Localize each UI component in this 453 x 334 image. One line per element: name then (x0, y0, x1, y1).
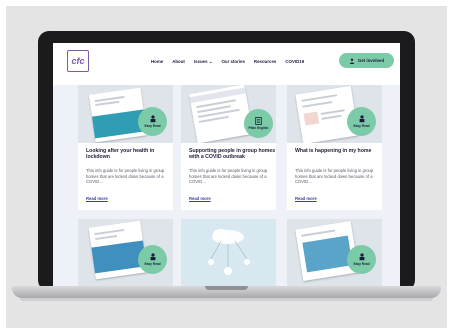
easy-read-badge: Easy Read (138, 107, 167, 136)
reader-icon (359, 253, 364, 261)
laptop-notch (205, 286, 248, 290)
card-thumbnail: Easy Read (287, 85, 382, 143)
nav-issues[interactable]: Issues ⌄ (194, 59, 213, 65)
nav-our-stories[interactable]: Our stories (221, 59, 244, 65)
laptop-base-shadow (20, 298, 433, 301)
easy-read-badge: Easy Read (138, 245, 167, 274)
card-description: This info guide is for people living in … (189, 168, 268, 185)
cloud-illustration (208, 229, 250, 275)
badge-label: Easy Read (353, 262, 370, 266)
nav-covid19[interactable]: COVID19 (285, 59, 304, 65)
card-title[interactable]: Looking after your health in lockdown (86, 148, 174, 161)
plain-english-badge: Plain English (244, 109, 273, 138)
badge-label: Easy Read (144, 262, 161, 266)
document-icon (255, 117, 262, 125)
resource-card[interactable]: Easy Read (78, 219, 173, 288)
resource-card[interactable]: Plain English Supporting people in group… (181, 85, 276, 210)
main-nav: Home About Issues ⌄ Our stories Resource… (151, 59, 304, 65)
resource-card[interactable]: Easy Read Looking after your health in l… (78, 85, 173, 210)
site-header: cfc Home About Issues ⌄ Our stories Reso… (53, 43, 400, 85)
easy-read-badge: Easy Read (347, 107, 376, 136)
read-more-link[interactable]: Read more (295, 196, 317, 201)
reader-icon (150, 253, 155, 261)
nav-resources[interactable]: Resources (254, 59, 276, 65)
nav-issues-label: Issues (193, 59, 208, 64)
chevron-down-icon: ⌄ (208, 59, 213, 64)
site-logo[interactable]: cfc (67, 50, 89, 72)
read-more-link[interactable]: Read more (86, 196, 108, 201)
resource-card[interactable] (181, 219, 276, 288)
card-description: This info guide is for people living in … (295, 168, 374, 185)
resource-card[interactable]: Easy Read What is happening in my home T… (287, 85, 382, 210)
document-preview (88, 220, 148, 280)
card-description: This info guide is for people living in … (86, 168, 165, 185)
nav-about[interactable]: About (172, 59, 185, 65)
reader-icon (150, 115, 155, 123)
read-more-link[interactable]: Read more (189, 196, 211, 201)
badge-label: Easy Read (144, 124, 161, 128)
person-icon (349, 58, 355, 64)
document-preview (189, 85, 253, 143)
get-involved-button[interactable]: Get involved (339, 53, 394, 68)
easy-read-badge: Easy Read (347, 245, 376, 274)
reader-icon (359, 115, 364, 123)
card-thumbnail: Easy Read (78, 219, 173, 288)
card-title[interactable]: What is happening in my home (295, 148, 383, 154)
card-thumbnail: Plain English (181, 85, 276, 143)
laptop-screen: cfc Home About Issues ⌄ Our stories Reso… (53, 43, 400, 288)
get-involved-label: Get involved (357, 58, 385, 63)
badge-label: Plain English (248, 126, 269, 130)
nav-home[interactable]: Home (151, 59, 163, 65)
resource-card[interactable]: Easy Read (287, 219, 382, 288)
card-thumbnail: Easy Read (78, 85, 173, 143)
laptop-base (12, 286, 441, 298)
card-thumbnail: Easy Read (287, 219, 382, 288)
badge-label: Easy Read (353, 124, 370, 128)
card-title[interactable]: Supporting people in group homes with a … (189, 148, 277, 161)
card-thumbnail (181, 219, 276, 288)
